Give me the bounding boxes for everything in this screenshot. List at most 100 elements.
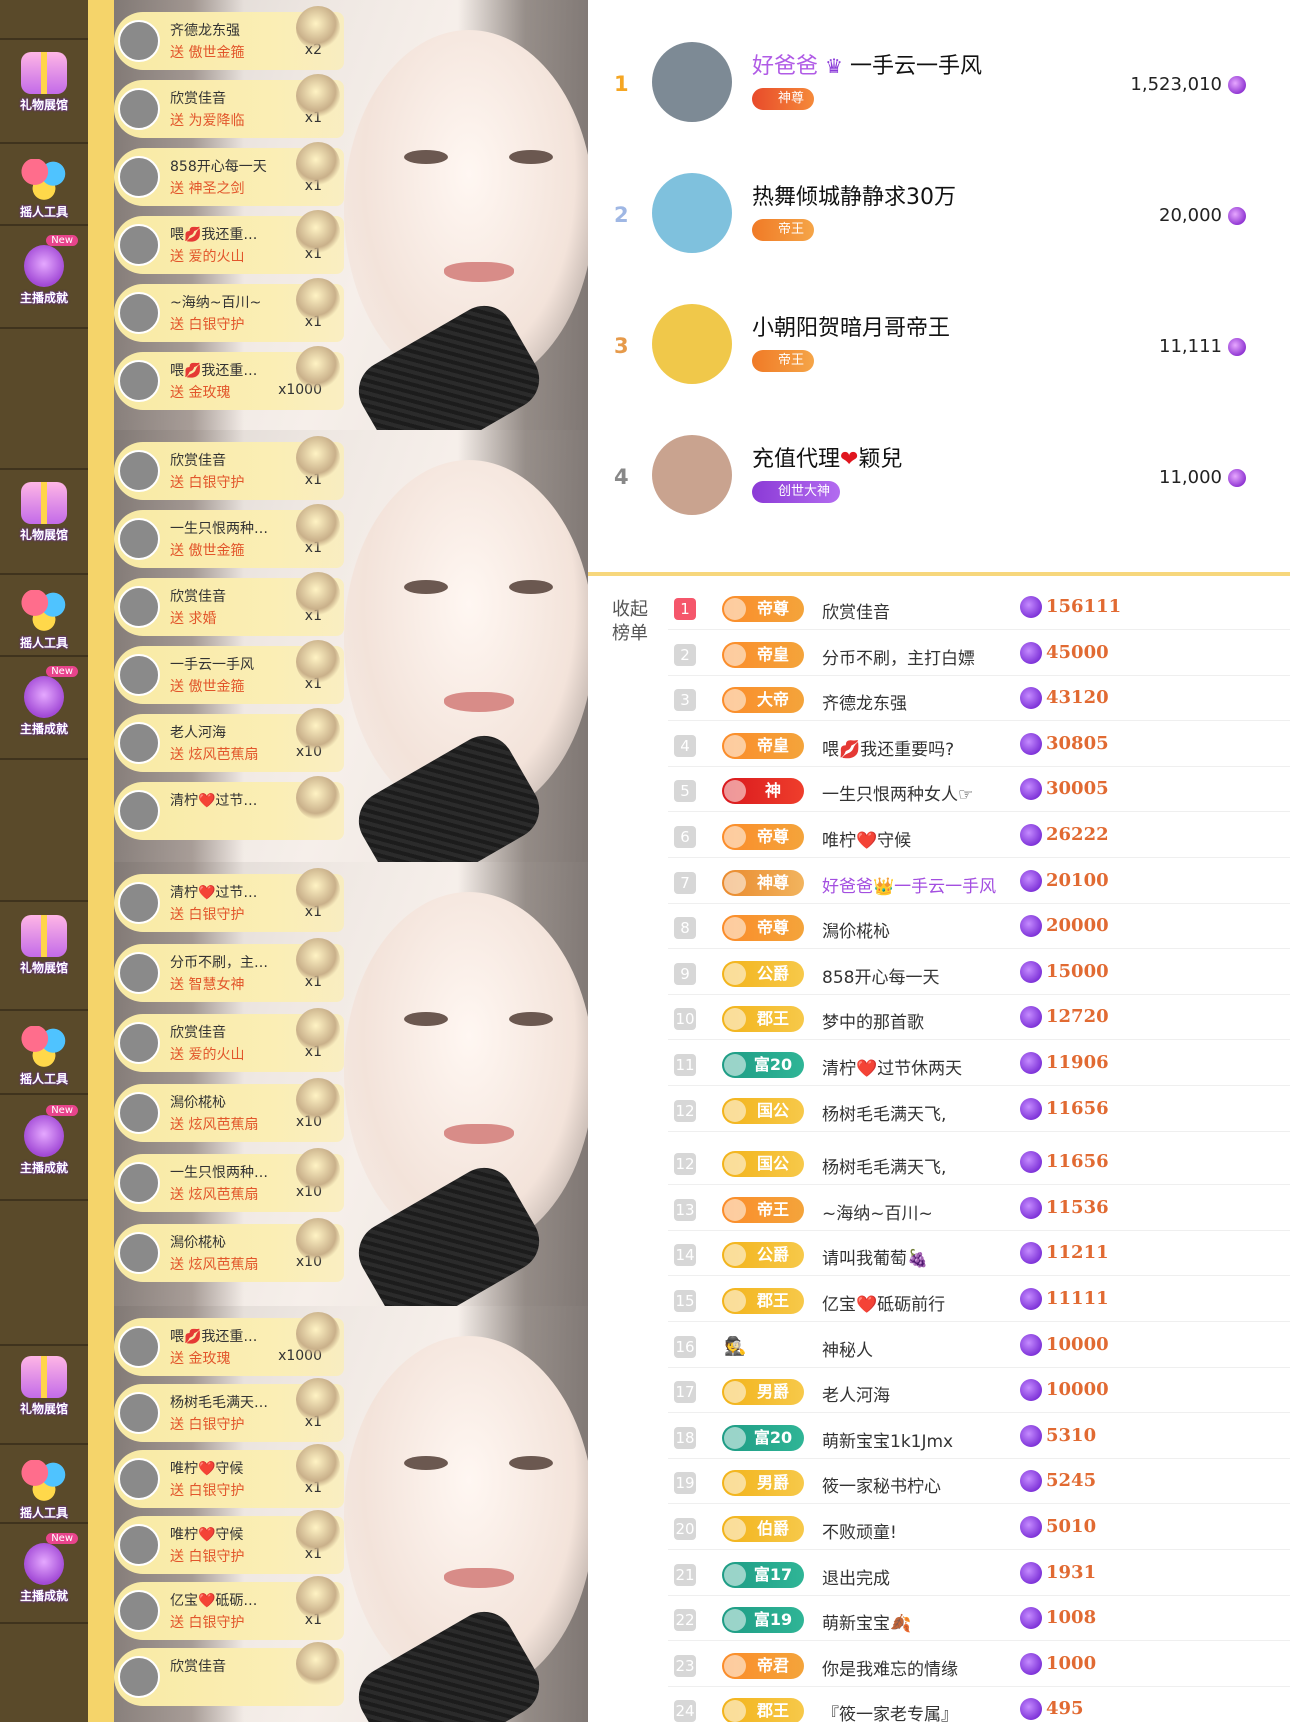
- list-item[interactable]: 5 神 一生只恨两种女人☞ 30005: [668, 770, 1290, 813]
- summon-tool-button[interactable]: 摇人工具: [4, 1460, 84, 1521]
- avatar[interactable]: [118, 654, 160, 696]
- host-achievement-button[interactable]: New 主播成就: [4, 235, 84, 306]
- host-achievement-button[interactable]: New 主播成就: [4, 1105, 84, 1176]
- list-item[interactable]: 2 帝皇 分币不刷，主打白嫖 45000: [668, 634, 1290, 676]
- avatar[interactable]: [118, 1326, 160, 1368]
- gift-text: 送 傲世金箍: [170, 45, 245, 61]
- avatar[interactable]: [652, 42, 732, 122]
- rank-number: 22: [674, 1609, 696, 1632]
- top-rank-row[interactable]: 1 好爸爸 ♛ 一手云一手风 神尊 1,523,010: [588, 22, 1290, 152]
- list-item[interactable]: 22 富19 萌新宝宝🍂 1008: [668, 1599, 1290, 1642]
- gift-message: 杨树毛毛满天… 送 白银守护 x1: [114, 1378, 344, 1442]
- avatar[interactable]: [118, 1022, 160, 1064]
- gift-text: 送 傲世金箍: [170, 679, 245, 695]
- host-achievement-button[interactable]: New 主播成就: [4, 1533, 84, 1604]
- avatar[interactable]: [118, 450, 160, 492]
- rank-number: 3: [674, 689, 696, 712]
- avatar[interactable]: [118, 20, 160, 62]
- avatar[interactable]: [652, 173, 732, 253]
- summon-tool-button[interactable]: 摇人工具: [4, 1026, 84, 1087]
- list-item[interactable]: 12 国公 杨树毛毛满天飞, 11656: [668, 1090, 1290, 1132]
- avatar[interactable]: [118, 156, 160, 198]
- avatar[interactable]: [118, 1092, 160, 1134]
- collapse-list-button[interactable]: 收起榜单: [612, 598, 652, 646]
- list-item[interactable]: 12 国公 杨树毛毛满天飞, 11656: [668, 1143, 1290, 1186]
- avatar[interactable]: [118, 1524, 160, 1566]
- gift-text: 送 爱的火山: [170, 249, 245, 265]
- list-item[interactable]: 6 帝尊 唯柠❤️守候 26222: [668, 816, 1290, 858]
- gift-message: 清柠❤️过节…: [114, 776, 344, 840]
- gift-icon: [296, 938, 340, 982]
- sender-name: 欣赏佳音: [170, 1659, 226, 1675]
- gift-message: 喂💋我还重… 送 爱的火山 x1: [114, 210, 344, 274]
- gift-text: 送 白银守护: [170, 317, 245, 333]
- list-item[interactable]: 18 富20 萌新宝宝1k1Jmx 5310: [668, 1417, 1290, 1459]
- avatar[interactable]: [652, 435, 732, 515]
- gift-message: 澙伱椛杺 送 炫风芭蕉扇 x10: [114, 1218, 344, 1282]
- list-item[interactable]: 8 帝尊 澙伱椛杺 20000: [668, 907, 1290, 950]
- avatar[interactable]: [118, 1590, 160, 1632]
- top-rank-row[interactable]: 2 热舞倾城静静求30万 帝王 20,000: [588, 153, 1290, 283]
- list-item[interactable]: 16 🕵 神秘人 10000: [668, 1326, 1290, 1368]
- rank-number: 23: [674, 1654, 696, 1677]
- list-item[interactable]: 3 大帝 齐德龙东强 43120: [668, 679, 1290, 722]
- user-name: 梦中的那首歌: [822, 1013, 924, 1034]
- level-badge: 国公: [722, 1151, 804, 1178]
- avatar[interactable]: [118, 224, 160, 266]
- list-item[interactable]: 13 帝王 ~海纳~百川~ 11536: [668, 1189, 1290, 1231]
- avatar[interactable]: [118, 292, 160, 334]
- list-item[interactable]: 7 神尊 好爸爸👑一手云一手风 20100: [668, 862, 1290, 904]
- gift-hall-button[interactable]: 礼物展馆: [4, 52, 84, 113]
- list-item[interactable]: 15 郡王 亿宝❤️砥砺前行 11111: [668, 1280, 1290, 1322]
- avatar[interactable]: [118, 882, 160, 924]
- contribution-score: 12720: [1020, 1006, 1109, 1029]
- list-item[interactable]: 17 男爵 老人河海 10000: [668, 1371, 1290, 1414]
- host-achievement-button[interactable]: New 主播成就: [4, 666, 84, 737]
- avatar[interactable]: [118, 722, 160, 764]
- avatar[interactable]: [118, 1458, 160, 1500]
- balloons-icon: [21, 1026, 67, 1068]
- rank-number: 4: [674, 734, 696, 757]
- list-item[interactable]: 9 公爵 858开心每一天 15000: [668, 953, 1290, 995]
- user-name: 不败顽童!: [822, 1523, 897, 1543]
- top-rank-row[interactable]: 4 充值代理❤颖兒 创世大神 11,000: [588, 415, 1290, 545]
- lightning-coin-icon: [1020, 960, 1042, 983]
- list-item[interactable]: 20 伯爵 不败顽童! 5010: [668, 1508, 1290, 1550]
- avatar[interactable]: [118, 88, 160, 130]
- avatar[interactable]: [118, 1162, 160, 1204]
- gift-message: 唯柠❤️守候 送 白银守护 x1: [114, 1510, 344, 1574]
- gift-hall-button[interactable]: 礼物展馆: [4, 915, 84, 976]
- contribution-score: 5310: [1020, 1424, 1096, 1447]
- top-rank-row[interactable]: 3 小朝阳贺暗月哥帝王 帝王 11,111: [588, 284, 1290, 414]
- list-item[interactable]: 21 富17 退出完成 1931: [668, 1554, 1290, 1596]
- stream-panel: 礼物展馆 摇人工具 New 主播成就 齐德龙东强 送 傲世金箍 x2 欣赏佳音 …: [0, 0, 588, 430]
- avatar[interactable]: [118, 790, 160, 832]
- gift-text: 送 白银守护: [170, 907, 245, 923]
- avatar[interactable]: [118, 1392, 160, 1434]
- gift-message: 一生只恨两种… 送 炫风芭蕉扇 x10: [114, 1148, 344, 1212]
- avatar[interactable]: [118, 518, 160, 560]
- gift-message: 一手云一手风 送 傲世金箍 x1: [114, 640, 344, 704]
- list-item[interactable]: 10 郡王 梦中的那首歌 12720: [668, 998, 1290, 1041]
- avatar[interactable]: [652, 304, 732, 384]
- avatar[interactable]: [118, 586, 160, 628]
- avatar[interactable]: [118, 952, 160, 994]
- lightning-coin-icon: [1020, 1607, 1042, 1630]
- list-item[interactable]: 14 公爵 请叫我葡萄🍇 11211: [668, 1234, 1290, 1277]
- avatar[interactable]: [118, 1656, 160, 1698]
- list-item[interactable]: 23 帝君 你是我难忘的情缘 1000: [668, 1645, 1290, 1687]
- avatar[interactable]: [118, 360, 160, 402]
- list-item[interactable]: 11 富20 清柠❤️过节休两天 11906: [668, 1044, 1290, 1086]
- list-item[interactable]: 24 郡王 『筱一家老专属』 495: [668, 1690, 1290, 1722]
- gift-hall-button[interactable]: 礼物展馆: [4, 482, 84, 543]
- summon-tool-button[interactable]: 摇人工具: [4, 159, 84, 220]
- gift-message: 858开心每一天 送 神圣之剑 x1: [114, 142, 344, 206]
- contribution-score: 43120: [1020, 687, 1109, 710]
- list-item[interactable]: 1 帝尊 欣赏佳音 156111: [668, 588, 1290, 630]
- gift-hall-button[interactable]: 礼物展馆: [4, 1356, 84, 1417]
- list-item[interactable]: 19 男爵 筱一家秘书柠心 5245: [668, 1462, 1290, 1505]
- summon-tool-button[interactable]: 摇人工具: [4, 590, 84, 651]
- avatar[interactable]: [118, 1232, 160, 1274]
- contribution-score: 20,000: [1159, 205, 1246, 226]
- list-item[interactable]: 4 帝皇 喂💋我还重要吗? 30805: [668, 725, 1290, 767]
